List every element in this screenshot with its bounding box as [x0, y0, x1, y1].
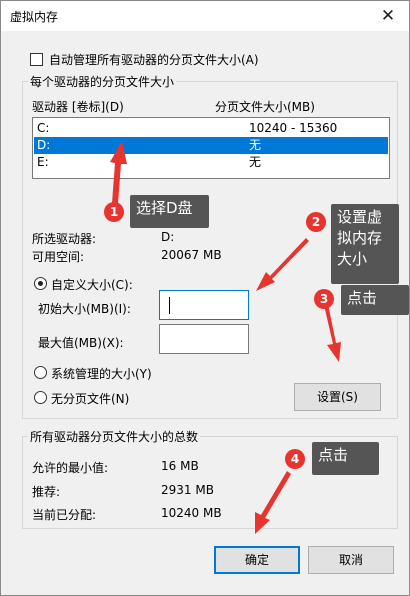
- auto-manage-label[interactable]: 自动管理所有驱动器的分页文件大小(A): [49, 51, 259, 68]
- drive-letter: E:: [37, 155, 49, 169]
- current-allocated-value: 10240 MB: [161, 506, 222, 520]
- no-paging-radio[interactable]: [34, 391, 47, 404]
- system-managed-label[interactable]: 系统管理的大小(Y): [51, 365, 152, 382]
- drive-size: 无: [249, 138, 262, 152]
- step-marker-2: 2: [306, 212, 326, 232]
- custom-size-label[interactable]: 自定义大小(C):: [51, 276, 133, 293]
- drive-row-d[interactable]: D: 无: [34, 137, 388, 154]
- dialog-title: 虚拟内存: [10, 10, 59, 24]
- selected-drive-label: 所选驱动器:: [32, 232, 97, 246]
- drive-letter: C:: [37, 121, 50, 135]
- callout-4: 点击: [312, 442, 379, 475]
- selected-drive-value: D:: [161, 230, 175, 244]
- drive-list[interactable]: C: 10240 - 15360 D: 无 E: 无: [32, 117, 390, 179]
- step-marker-3: 3: [314, 289, 334, 309]
- drive-letter: D:: [37, 138, 51, 152]
- recommended-label: 推荐:: [32, 485, 61, 499]
- system-managed-radio[interactable]: [34, 366, 47, 379]
- auto-manage-checkbox[interactable]: [30, 53, 43, 66]
- initial-size-input[interactable]: [159, 290, 249, 320]
- min-allowed-label: 允许的最小值:: [32, 461, 109, 475]
- drive-row-e[interactable]: E: 无: [34, 154, 388, 171]
- initial-size-label: 初始大小(MB)(I):: [38, 302, 131, 316]
- callout-2: 设置虚 拟内存 大小: [331, 204, 399, 284]
- max-size-label: 最大值(MB)(X):: [38, 336, 124, 350]
- drive-size: 无: [249, 155, 262, 169]
- free-space-value: 20067 MB: [161, 248, 222, 262]
- drive-size: 10240 - 15360: [249, 121, 338, 135]
- text-caret: [169, 297, 170, 314]
- step-marker-4: 4: [285, 449, 305, 469]
- set-button[interactable]: 设置(S): [294, 383, 381, 411]
- drive-row-c[interactable]: C: 10240 - 15360: [34, 120, 388, 137]
- recommended-value: 2931 MB: [161, 483, 214, 497]
- callout-3: 点击: [341, 285, 409, 315]
- title-bar: 虚拟内存 ✕: [1, 1, 409, 31]
- column-header-size: 分页文件大小(MB): [215, 100, 315, 114]
- max-size-input[interactable]: [159, 324, 249, 354]
- ok-button[interactable]: 确定: [214, 546, 300, 574]
- min-allowed-value: 16 MB: [161, 459, 199, 473]
- cancel-button[interactable]: 取消: [308, 546, 394, 574]
- close-icon[interactable]: ✕: [370, 2, 406, 30]
- totals-group-title: 所有驱动器分页文件大小的总数: [28, 428, 201, 445]
- step-marker-1: 1: [104, 202, 124, 222]
- column-header-drive: 驱动器 [卷标](D): [32, 100, 124, 114]
- callout-1: 选择D盘: [130, 195, 209, 228]
- no-paging-label[interactable]: 无分页文件(N): [51, 390, 129, 407]
- custom-size-radio[interactable]: [34, 277, 47, 290]
- current-allocated-label: 当前已分配:: [32, 508, 97, 522]
- free-space-label: 可用空间:: [32, 250, 85, 264]
- drives-group-title: 每个驱动器的分页文件大小: [28, 73, 177, 90]
